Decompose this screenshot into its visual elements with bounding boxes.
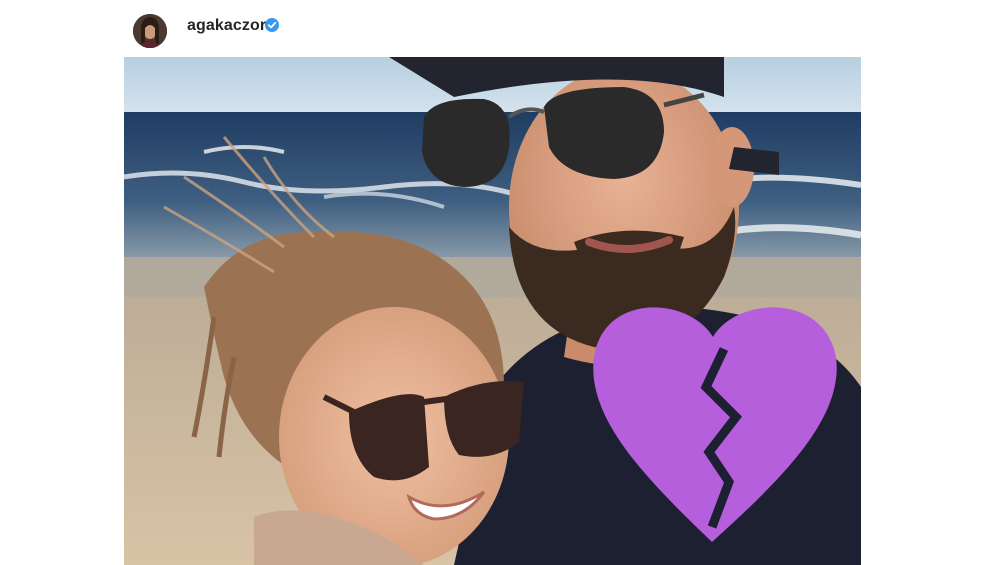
profile-avatar[interactable]	[133, 14, 167, 48]
beach-selfie-photo-icon	[124, 57, 861, 565]
verified-badge-icon	[265, 18, 279, 32]
post-header: agakaczor	[0, 0, 1000, 56]
post-photo[interactable]	[124, 57, 861, 565]
username-link[interactable]: agakaczor	[187, 16, 266, 36]
